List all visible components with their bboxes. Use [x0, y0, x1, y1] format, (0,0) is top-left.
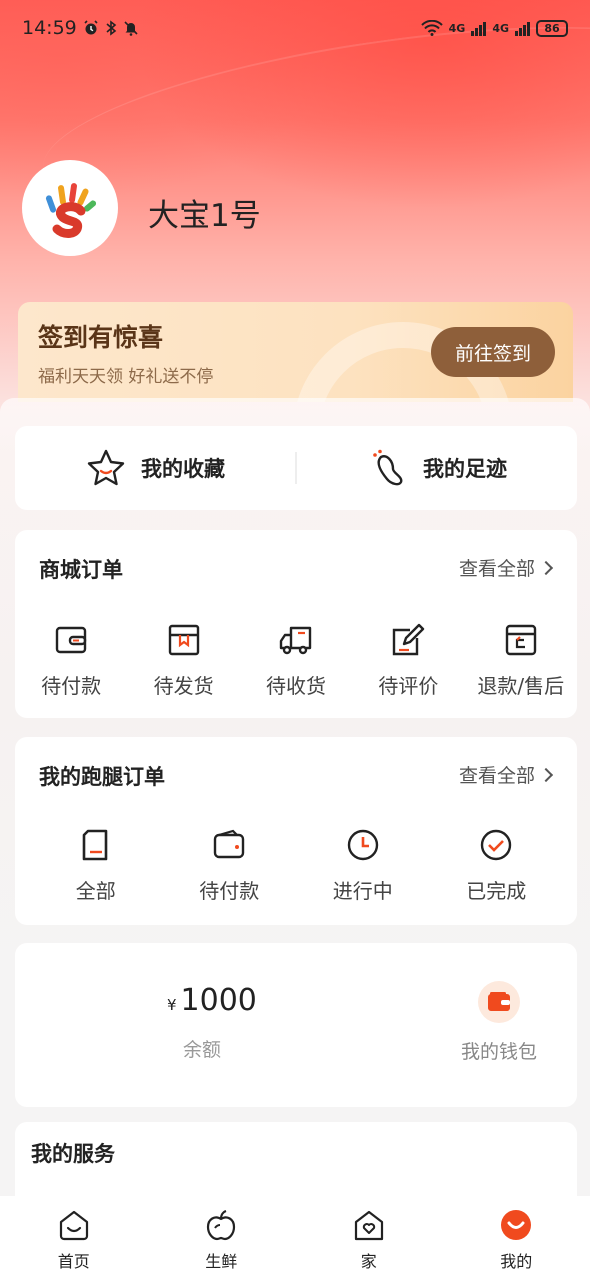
edit-icon: [393, 623, 425, 656]
battery-indicator: 86: [536, 19, 568, 37]
nav-mine[interactable]: 我的: [461, 1208, 571, 1272]
chevron-right-icon: [538, 767, 554, 782]
errand-orders-title: 我的跑腿订单: [39, 765, 165, 789]
refund-icon: [505, 624, 536, 656]
smile-icon: [501, 1210, 532, 1240]
signal-icon-2: [515, 20, 530, 36]
status-bar: 14:59 4G 4G 86: [0, 0, 590, 56]
errand-orders-card: 我的跑腿订单 查看全部 全部 待付款 进行中 已完成: [15, 737, 577, 925]
balance-card: ¥1000 余额 我的钱包: [15, 943, 577, 1107]
errand-order-in-progress[interactable]: 进行中: [303, 827, 423, 904]
home-icon: [59, 1210, 88, 1241]
errand-orders-row: 全部 待付款 进行中 已完成: [15, 827, 577, 904]
mall-order-pending-shipment[interactable]: 待发货: [130, 622, 238, 699]
footprints-label: 我的足迹: [423, 457, 507, 481]
balance-label: 余额: [183, 1039, 222, 1061]
favorites-link[interactable]: 我的收藏: [15, 447, 295, 489]
status-left: 14:59: [22, 17, 139, 39]
services-title: 我的服务: [31, 1142, 115, 1166]
footprint-icon: [373, 449, 403, 486]
nav-home[interactable]: 首页: [19, 1208, 129, 1272]
truck-icon: [279, 626, 312, 655]
footprints-link[interactable]: 我的足迹: [297, 447, 577, 489]
status-right: 4G 4G 86: [420, 19, 568, 37]
order-item-label: 待付款: [41, 674, 102, 698]
quick-links-card: 我的收藏 我的足迹: [15, 426, 577, 510]
clock-icon: [347, 829, 378, 861]
order-item-label: 退款/售后: [477, 674, 565, 698]
check-circle-icon: [481, 829, 512, 861]
status-time: 14:59: [22, 17, 77, 39]
chevron-right-icon: [538, 560, 554, 575]
network-label-2: 4G: [492, 21, 509, 35]
nav-label: 我的: [500, 1252, 533, 1271]
bottom-nav: 首页 生鲜 家 我的: [0, 1196, 590, 1278]
order-item-label: 待收货: [265, 674, 326, 698]
errand-orders-view-all[interactable]: 查看全部: [458, 761, 554, 788]
favorites-label: 我的收藏: [141, 457, 225, 481]
wallet-icon-badge: [478, 981, 520, 1023]
balance-amount[interactable]: ¥1000: [167, 983, 257, 1018]
house-heart-icon: [354, 1210, 383, 1241]
star-icon: [87, 449, 125, 486]
nav-home-living[interactable]: 家: [314, 1208, 424, 1272]
mall-order-pending-review[interactable]: 待评价: [354, 622, 462, 699]
nav-label: 家: [360, 1252, 377, 1271]
avatar[interactable]: [22, 160, 118, 256]
wallet-label: 我的钱包: [460, 1041, 537, 1063]
order-item-label: 全部: [75, 879, 116, 903]
errand-order-all[interactable]: 全部: [36, 827, 156, 904]
errand-order-completed[interactable]: 已完成: [436, 827, 556, 904]
order-item-label: 待付款: [199, 879, 260, 903]
mall-orders-title: 商城订单: [39, 558, 123, 582]
mall-order-pending-receipt[interactable]: 待收货: [242, 622, 350, 699]
order-item-label: 进行中: [332, 879, 393, 903]
order-item-label: 待评价: [378, 674, 439, 698]
package-icon: [168, 624, 199, 656]
currency-symbol: ¥: [167, 996, 177, 1014]
bluetooth-icon: [106, 20, 117, 36]
network-label-1: 4G: [448, 21, 466, 35]
signin-subtitle: 福利天天领 好礼送不停: [38, 367, 214, 387]
wallet-icon: [214, 829, 245, 859]
mall-orders-card: 商城订单 查看全部 待付款 待发货 待收货 待评价 退款/售后: [15, 530, 577, 718]
my-wallet-button[interactable]: 我的钱包: [443, 981, 555, 1064]
document-icon: [82, 829, 108, 861]
balance-value: 1000: [180, 983, 257, 1018]
mall-order-pending-payment[interactable]: 待付款: [17, 622, 125, 699]
signin-title: 签到有惊喜: [38, 323, 164, 352]
apple-icon: [207, 1209, 236, 1241]
view-all-label: 查看全部: [458, 558, 535, 580]
mall-order-refund[interactable]: 退款/售后: [467, 622, 575, 699]
nav-label: 首页: [57, 1252, 90, 1271]
nav-fresh[interactable]: 生鲜: [166, 1208, 276, 1272]
alarm-icon: [84, 20, 98, 35]
signal-icon: [471, 20, 487, 36]
signin-banner[interactable]: 签到有惊喜 福利天天领 好礼送不停 前往签到: [18, 302, 573, 402]
signin-button[interactable]: 前往签到: [431, 327, 555, 377]
mall-orders-row: 待付款 待发货 待收货 待评价 退款/售后: [15, 622, 577, 699]
wallet-icon: [55, 626, 87, 654]
view-all-label: 查看全部: [458, 765, 535, 787]
hand-logo-icon: [45, 183, 97, 238]
wallet-icon: [488, 992, 510, 1011]
order-item-label: 待发货: [153, 674, 214, 698]
errand-order-pending-payment[interactable]: 待付款: [169, 827, 289, 904]
nav-label: 生鲜: [205, 1252, 238, 1271]
wifi-icon: [420, 20, 443, 36]
mall-orders-view-all[interactable]: 查看全部: [458, 554, 554, 581]
username[interactable]: 大宝1号: [148, 190, 261, 235]
mute-icon: [124, 21, 138, 36]
order-item-label: 已完成: [466, 879, 527, 903]
